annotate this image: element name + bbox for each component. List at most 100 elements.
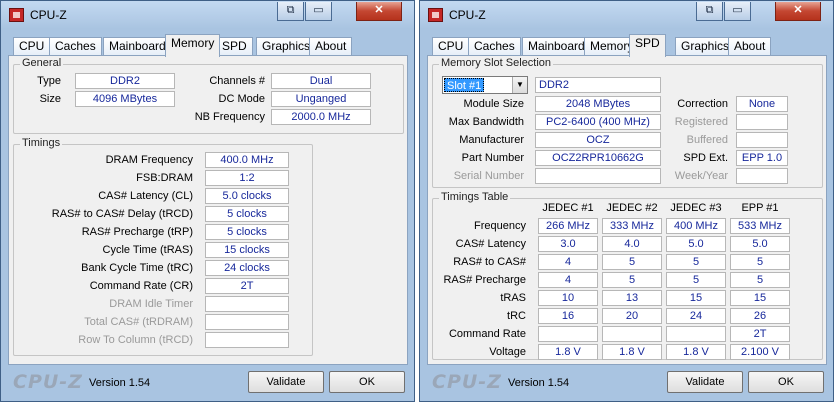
- table-cell: 15: [730, 290, 790, 306]
- cpuz-app-icon: [428, 8, 443, 22]
- ok-button[interactable]: OK: [748, 371, 824, 393]
- tab-mainboard[interactable]: Mainboard: [103, 37, 172, 56]
- table-row-label: tRAS: [500, 292, 526, 304]
- serial-number-label: Serial Number: [453, 170, 524, 182]
- table-cell: 533 MHz: [730, 218, 790, 234]
- window-title: CPU-Z: [449, 8, 486, 22]
- slot-select[interactable]: Slot #1 ▼: [442, 76, 528, 94]
- timing-label: DRAM Idle Timer: [109, 298, 193, 310]
- tab-mainboard[interactable]: Mainboard: [522, 37, 591, 56]
- timing-label: FSB:DRAM: [136, 172, 193, 184]
- module-size-value: 2048 MBytes: [535, 96, 661, 112]
- timings-table-title: Timings Table: [439, 191, 511, 203]
- tab-memory[interactable]: Memory: [165, 34, 221, 57]
- table-row-label: tRC: [507, 310, 526, 322]
- validate-button[interactable]: Validate: [667, 371, 743, 393]
- channels-value: Dual: [271, 73, 371, 89]
- table-cell: 400 MHz: [666, 218, 726, 234]
- table-column-header: JEDEC #1: [542, 202, 594, 214]
- tab-spd[interactable]: SPD: [629, 34, 666, 57]
- registered-value: [736, 114, 788, 130]
- timing-label: RAS# to CAS# Delay (tRCD): [51, 208, 193, 220]
- close-icon[interactable]: ✕: [775, 2, 821, 21]
- table-cell: 1.8 V: [666, 344, 726, 360]
- table-cell: 3.0: [538, 236, 598, 252]
- timing-label: CAS# Latency (CL): [98, 190, 193, 202]
- memory-panel: General Type DDR2 Size 4096 MBytes Chann…: [8, 55, 408, 365]
- table-cell: 16: [538, 308, 598, 324]
- table-cell: 5: [730, 254, 790, 270]
- maximize-icon[interactable]: ▭: [724, 2, 751, 21]
- part-number-value: OCZ2RPR10662G: [535, 150, 661, 166]
- validate-button[interactable]: Validate: [248, 371, 324, 393]
- manufacturer-label: Manufacturer: [459, 134, 524, 146]
- tab-about[interactable]: About: [728, 37, 772, 56]
- max-bandwidth-value: PC2-6400 (400 MHz): [535, 114, 661, 130]
- table-cell: 5: [602, 254, 662, 270]
- tab-cpu[interactable]: CPU: [13, 37, 51, 56]
- table-column-header: JEDEC #2: [606, 202, 658, 214]
- spd-panel: Memory Slot Selection Slot #1 ▼ DDR2 Mod…: [427, 55, 827, 365]
- title-bar: CPU-Z ⧉ ▭ ✕: [420, 1, 833, 29]
- table-row-label: Frequency: [474, 220, 526, 232]
- dcmode-label: DC Mode: [218, 93, 265, 105]
- table-cell: 5.0: [666, 236, 726, 252]
- timing-label: Row To Column (tRCD): [78, 334, 193, 346]
- tab-cpu[interactable]: CPU: [432, 37, 470, 56]
- buffered-label: Buffered: [686, 134, 728, 146]
- correction-label: Correction: [677, 98, 728, 110]
- tab-graphics[interactable]: Graphics: [675, 37, 736, 56]
- table-column-header: JEDEC #3: [670, 202, 722, 214]
- tab-about[interactable]: About: [309, 37, 353, 56]
- table-cell: 5: [730, 272, 790, 288]
- table-cell: 333 MHz: [602, 218, 662, 234]
- cpuz-logo: CPU-Z: [432, 371, 502, 393]
- table-row-label: Command Rate: [448, 328, 526, 340]
- cpuz-spd-window: CPU-Z ⧉ ▭ ✕ CPU Caches Mainboard Memory …: [419, 0, 834, 402]
- part-number-label: Part Number: [461, 152, 524, 164]
- timing-value: 5.0 clocks: [205, 188, 289, 204]
- size-label: Size: [39, 93, 61, 105]
- spd-ext-value: EPP 1.0: [736, 150, 788, 166]
- table-cell: [602, 326, 662, 342]
- table-row-label: Voltage: [489, 346, 526, 358]
- timing-value: [205, 332, 289, 348]
- registered-label: Registered: [674, 116, 728, 128]
- tab-spd[interactable]: SPD: [216, 37, 253, 56]
- week-year-label: Week/Year: [674, 170, 728, 182]
- timing-value: 400.0 MHz: [205, 152, 289, 168]
- max-bandwidth-label: Max Bandwidth: [448, 116, 524, 128]
- memory-type-value: DDR2: [535, 77, 661, 93]
- version-label: Version 1.54: [508, 377, 570, 389]
- tab-graphics[interactable]: Graphics: [256, 37, 317, 56]
- chevron-down-icon[interactable]: ▼: [512, 77, 527, 93]
- tab-caches[interactable]: Caches: [49, 37, 102, 56]
- timing-value: 5 clocks: [205, 224, 289, 240]
- table-cell: 15: [666, 290, 726, 306]
- week-year-value: [736, 168, 788, 184]
- restore-icon[interactable]: ⧉: [277, 2, 304, 21]
- table-cell: 1.8 V: [602, 344, 662, 360]
- table-cell: 4: [538, 272, 598, 288]
- timing-label: Bank Cycle Time (tRC): [81, 262, 193, 274]
- channels-label: Channels #: [209, 75, 265, 87]
- timing-label: Total CAS# (tRDRAM): [84, 316, 193, 328]
- table-cell: 24: [666, 308, 726, 324]
- table-row-label: CAS# Latency: [455, 238, 526, 250]
- buffered-value: [736, 132, 788, 148]
- spd-ext-label: SPD Ext.: [683, 152, 728, 164]
- ok-button[interactable]: OK: [329, 371, 405, 393]
- table-cell: 5: [666, 272, 726, 288]
- tab-caches[interactable]: Caches: [468, 37, 521, 56]
- table-row-label: RAS# Precharge: [443, 274, 526, 286]
- slot-selection-title: Memory Slot Selection: [439, 57, 554, 69]
- timing-label: Cycle Time (tRAS): [102, 244, 193, 256]
- timing-value: 2T: [205, 278, 289, 294]
- close-icon[interactable]: ✕: [356, 2, 402, 21]
- restore-icon[interactable]: ⧉: [696, 2, 723, 21]
- table-cell: 5: [602, 272, 662, 288]
- cpuz-logo: CPU-Z: [13, 371, 83, 393]
- serial-number-value: [535, 168, 661, 184]
- maximize-icon[interactable]: ▭: [305, 2, 332, 21]
- timing-value: 5 clocks: [205, 206, 289, 222]
